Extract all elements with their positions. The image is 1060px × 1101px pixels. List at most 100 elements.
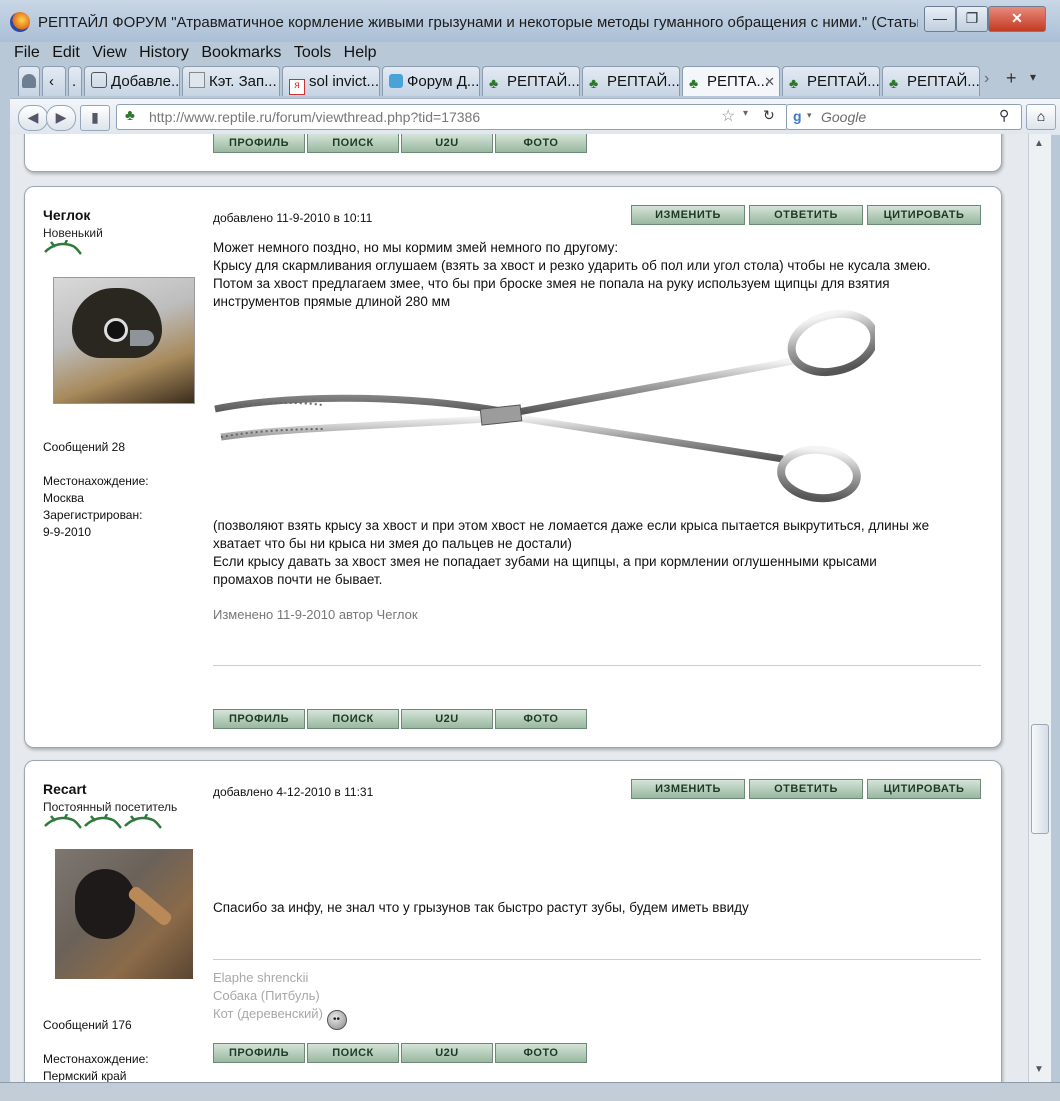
back-button[interactable]: ◀ xyxy=(18,105,48,131)
post-text-line: промахов почти не бывает. xyxy=(213,572,383,587)
avatar xyxy=(55,849,193,979)
tab-2[interactable]: Кэт. Зап... xyxy=(182,66,280,96)
navigation-bar: ◀ ▶ ▮ ♣ http://www.reptile.ru/forum/view… xyxy=(10,98,1060,135)
back-arrow-icon: ◀ xyxy=(27,109,39,125)
url-bar[interactable]: ♣ http://www.reptile.ru/forum/viewthread… xyxy=(116,104,788,130)
search-button[interactable]: ПОИСК xyxy=(307,1043,399,1063)
status-bar xyxy=(0,1082,1060,1101)
tab-8[interactable]: ♣ РЕПТАЙ... xyxy=(782,66,880,96)
u2u-button[interactable]: U2U xyxy=(401,134,493,153)
signature: Elaphe shrenckii Собака (Питбуль) Кот (д… xyxy=(213,969,347,1030)
tab-hidden[interactable]: . xyxy=(68,66,82,96)
post-text-line: Потом за хвост предлагаем змее, что бы п… xyxy=(213,276,890,291)
tab-label: РЕПТАЙ... xyxy=(607,73,680,90)
user-rank: Постоянный посетитель xyxy=(43,800,178,814)
search-button[interactable]: ПОИСК xyxy=(307,709,399,729)
tab-scroll-right-icon[interactable]: › xyxy=(984,70,989,88)
username[interactable]: Recart xyxy=(43,781,87,797)
edit-button[interactable]: ИЗМЕНИТЬ xyxy=(631,205,745,225)
google-icon: g xyxy=(793,108,802,124)
feed-button[interactable]: ▮ xyxy=(80,105,110,131)
search-placeholder: Google xyxy=(821,109,867,125)
falcon-eye-shape xyxy=(104,318,128,342)
search-button[interactable]: ПОИСК xyxy=(307,134,399,153)
lizard-icon: ♣ xyxy=(689,75,699,91)
search-icon[interactable]: ⚲ xyxy=(999,107,1009,124)
location-label: Местонахождение: xyxy=(43,474,149,488)
tab-3[interactable]: я sol invict... xyxy=(282,66,380,96)
tab-4[interactable]: Форум Д... xyxy=(382,66,480,96)
tab-pinned[interactable] xyxy=(18,66,40,96)
menu-bar: File Edit View History Bookmarks Tools H… xyxy=(10,42,381,66)
menu-view[interactable]: View xyxy=(88,42,130,64)
tab-7-active[interactable]: ♣ РЕПТА... ✕ xyxy=(682,66,780,96)
post-text-after: (позволяют взять крысу за хвост и при эт… xyxy=(213,517,1003,589)
search-box[interactable]: g ▾ Google ⚲ xyxy=(786,104,1022,130)
close-button[interactable]: ✕ xyxy=(988,6,1046,32)
dropdown-icon[interactable]: ▾ xyxy=(743,108,748,119)
photo-button[interactable]: ФОТО xyxy=(495,709,587,729)
photo-button[interactable]: ФОТО xyxy=(495,1043,587,1063)
home-button[interactable]: ⌂ xyxy=(1026,104,1056,130)
lizard-icon: ♣ xyxy=(889,75,899,91)
forward-button[interactable]: ▶ xyxy=(46,105,76,131)
profile-button[interactable]: ПРОФИЛЬ xyxy=(213,134,305,153)
scroll-down-icon[interactable]: ▼ xyxy=(1032,1064,1046,1078)
bars-icon: ▮ xyxy=(91,109,99,125)
tab-1[interactable]: Добавле... xyxy=(84,66,180,96)
yandex-icon: я xyxy=(289,79,305,95)
vertical-scrollbar[interactable]: ▲ ▼ xyxy=(1028,134,1051,1082)
u2u-button[interactable]: U2U xyxy=(401,1043,493,1063)
profile-button[interactable]: ПРОФИЛЬ xyxy=(213,1043,305,1063)
window-title: РЕПТАЙЛ ФОРУМ "Атравматичное кормление ж… xyxy=(38,14,918,31)
site-lizard-icon: ♣ xyxy=(125,107,135,124)
avatar xyxy=(53,277,195,404)
menu-bookmarks[interactable]: Bookmarks xyxy=(197,42,285,64)
engine-dropdown-icon[interactable]: ▾ xyxy=(807,110,812,121)
url-path: /forum/viewthread.php?tid=17386 xyxy=(271,109,481,125)
bookmark-star-icon[interactable]: ☆ xyxy=(721,106,735,126)
u2u-button[interactable]: U2U xyxy=(401,709,493,729)
quote-button[interactable]: ЦИТИРОВАТЬ xyxy=(867,205,981,225)
minimize-button[interactable]: — xyxy=(924,6,956,32)
home-icon: ⌂ xyxy=(1036,108,1046,124)
edit-button[interactable]: ИЗМЕНИТЬ xyxy=(631,779,745,799)
tab-close-icon[interactable]: ✕ xyxy=(764,67,775,96)
tab-label: РЕПТА... xyxy=(707,73,769,90)
post-previous: ПРОФИЛЬ ПОИСК U2U ФОТО xyxy=(24,134,1002,172)
quote-button[interactable]: ЦИТИРОВАТЬ xyxy=(867,779,981,799)
menu-tools[interactable]: Tools xyxy=(290,42,335,64)
lizard-icon: ♣ xyxy=(789,75,799,91)
post-date: добавлено 4-12-2010 в 11:31 xyxy=(213,785,374,799)
scroll-thumb[interactable] xyxy=(1031,724,1049,834)
chevron-left-icon: ‹ xyxy=(49,73,54,90)
new-tab-icon[interactable]: + xyxy=(1006,68,1017,89)
post-text: Может немного поздно, но мы кормим змей … xyxy=(213,239,993,311)
location-label: Местонахождение: xyxy=(43,1052,149,1066)
smiley-icon: •• xyxy=(326,1010,347,1030)
reply-button[interactable]: ОТВЕТИТЬ xyxy=(749,205,863,225)
maximize-button[interactable]: ❐ xyxy=(956,6,988,32)
photo-button[interactable]: ФОТО xyxy=(495,134,587,153)
tab-list-icon[interactable]: ▾ xyxy=(1030,70,1036,84)
profile-button[interactable]: ПРОФИЛЬ xyxy=(213,709,305,729)
tab-9[interactable]: ♣ РЕПТАЙ... xyxy=(882,66,980,96)
user-rank: Новенький xyxy=(43,226,103,240)
menu-history[interactable]: History xyxy=(135,42,193,64)
menu-edit[interactable]: Edit xyxy=(48,42,84,64)
post-divider xyxy=(213,959,981,960)
tab-6[interactable]: ♣ РЕПТАЙ... xyxy=(582,66,680,96)
post-date: добавлено 11-9-2010 в 10:11 xyxy=(213,211,373,225)
post-cheglok: Чеглок Новенький Сообщений 28 Местонахож… xyxy=(24,186,1002,748)
reply-button[interactable]: ОТВЕТИТЬ xyxy=(749,779,863,799)
signature-line-text: Кот (деревенский) xyxy=(213,1006,323,1021)
reload-icon[interactable]: ↻ xyxy=(763,107,775,124)
tab-5[interactable]: ♣ РЕПТАЙ... xyxy=(482,66,580,96)
tab-scroll-left[interactable]: ‹ xyxy=(42,66,66,96)
menu-help[interactable]: Help xyxy=(340,42,381,64)
scroll-up-icon[interactable]: ▲ xyxy=(1032,138,1046,152)
username[interactable]: Чеглок xyxy=(43,207,90,223)
menu-file[interactable]: File xyxy=(10,42,44,64)
tab-label: РЕПТАЙ... xyxy=(907,73,980,90)
tab-label: sol invict... xyxy=(309,73,380,90)
